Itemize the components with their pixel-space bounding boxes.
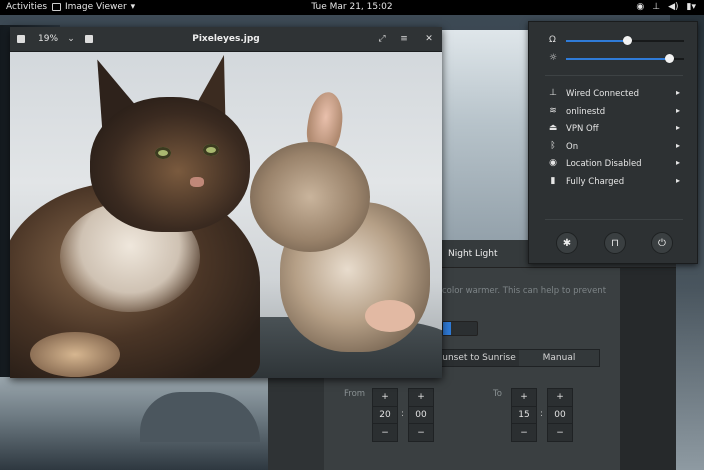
bluetooth-icon: ᛒ (550, 140, 556, 151)
photo-toy-head (250, 142, 370, 252)
from-hours-decrement[interactable]: − (373, 424, 397, 441)
volume-slider[interactable] (566, 36, 684, 45)
system-menu-item[interactable]: ◉ Location Disabled ▸ (529, 156, 699, 172)
viewer-title: Pixeleyes.jpg (192, 34, 260, 44)
lock-icon[interactable]: ⊓ (604, 232, 626, 254)
location-icon: ◉ (549, 158, 557, 169)
from-colon: : (401, 409, 405, 419)
wallpaper-landscape (0, 377, 270, 470)
clock-button[interactable]: Tue Mar 21, 15:02 (311, 2, 392, 12)
from-minutes-value[interactable]: 00 (409, 407, 433, 425)
zoom-level[interactable]: 19% (38, 34, 58, 44)
chevron-right-icon: ▸ (676, 105, 681, 115)
brightness-slider-knob[interactable] (664, 54, 674, 63)
menu-separator (545, 75, 683, 76)
app-menu-label: Image Viewer (65, 2, 127, 12)
to-hours-value[interactable]: 15 (512, 407, 536, 425)
chevron-down-icon[interactable]: ⌄ (65, 33, 77, 45)
brightness-slider[interactable] (566, 54, 684, 63)
system-menu-item[interactable]: ≋ onlinestd ▸ (529, 104, 699, 120)
schedule-selector: unset to Sunrise Manual (438, 349, 600, 367)
photo-toy-feet (365, 300, 415, 332)
brightness-slider-fill (566, 58, 669, 60)
system-menu-item[interactable]: ⊥ Wired Connected ▸ (529, 86, 699, 102)
image-viewer-icon (52, 3, 61, 11)
from-minutes-increment[interactable]: + (409, 389, 433, 407)
menu-separator (545, 219, 683, 220)
top-bar: Activities Image Viewer ▾ Tue Mar 21, 15… (0, 0, 704, 15)
from-hours-increment[interactable]: + (373, 389, 397, 407)
from-hours-value[interactable]: 20 (373, 407, 397, 425)
photo-cat-nose (190, 177, 204, 187)
zoom-in-icon[interactable] (83, 33, 95, 45)
settings-icon[interactable]: ✱ (556, 232, 578, 254)
close-icon[interactable]: ✕ (423, 33, 435, 45)
schedule-manual-button[interactable]: Manual (519, 350, 599, 366)
hamburger-menu-icon[interactable]: ≡ (398, 33, 410, 45)
volume-icon[interactable]: ◀) (668, 2, 678, 12)
zoom-out-icon[interactable] (15, 33, 27, 45)
wallpaper-waterfall (440, 30, 535, 265)
accessibility-icon[interactable]: ◉ (636, 2, 644, 12)
wifi-icon: ≋ (549, 105, 557, 116)
chevron-down-icon: ▾ (130, 2, 136, 12)
power-icon[interactable]: ⏻ (651, 232, 673, 254)
battery-icon[interactable]: ▮▾ (687, 2, 696, 12)
photo-cat-eye-right (203, 144, 219, 156)
from-minutes-spinner: + 00 − (408, 388, 434, 442)
viewer-headerbar: 19% ⌄ Pixeleyes.jpg ⤢ ≡ ✕ (10, 27, 442, 52)
from-label: From (344, 389, 366, 399)
system-menu-item-label: Wired Connected (566, 89, 639, 99)
vpn-lock-icon: ⏏ (548, 123, 558, 134)
volume-slider-knob[interactable] (623, 36, 633, 45)
system-menu-item-label: VPN Off (566, 124, 599, 135)
to-minutes-spinner: + 00 − (547, 388, 573, 442)
to-hours-spinner: + 15 − (511, 388, 537, 442)
night-light-switch[interactable] (442, 321, 478, 336)
system-menu-item[interactable]: ▮ Fully Charged ▸ (529, 174, 699, 190)
photo-cat-head (90, 97, 250, 232)
from-hours-spinner: + 20 − (372, 388, 398, 442)
photo-canvas[interactable] (10, 52, 442, 378)
app-menu[interactable]: Image Viewer ▾ (52, 2, 135, 12)
volume-slider-fill (566, 40, 628, 42)
settings-side-area (620, 268, 676, 470)
system-menu-item-label: onlinestd (566, 106, 606, 117)
network-wired-icon: ⊥ (549, 88, 557, 98)
to-hours-decrement[interactable]: − (512, 424, 536, 441)
system-menu-item-label: Fully Charged (566, 177, 625, 187)
settings-title: Night Light (448, 249, 498, 259)
image-viewer-window: 19% ⌄ Pixeleyes.jpg ⤢ ≡ ✕ (10, 27, 442, 378)
to-colon: : (540, 409, 544, 419)
fullscreen-icon[interactable]: ⤢ (376, 33, 388, 45)
system-menu-item-label: Location Disabled (566, 159, 642, 170)
battery-icon: ▮ (550, 176, 556, 186)
system-menu-item[interactable]: ⏏ VPN Off ▸ (529, 121, 699, 137)
brightness-row: ☼ (529, 52, 699, 66)
brightness-icon: ☼ (549, 53, 558, 63)
to-minutes-decrement[interactable]: − (548, 424, 572, 441)
schedule-sunset-sunrise-button[interactable]: unset to Sunrise (439, 350, 519, 366)
to-minutes-value[interactable]: 00 (548, 407, 572, 425)
from-minutes-decrement[interactable]: − (409, 424, 433, 441)
headphones-icon: Ω (549, 35, 556, 45)
photo-cat-eye-left (155, 147, 171, 159)
chevron-right-icon: ▸ (676, 140, 681, 150)
night-light-description: color warmer. This can help to prevent (442, 286, 607, 296)
activities-button[interactable]: Activities (6, 2, 47, 12)
network-wired-icon[interactable]: ⊥ (652, 2, 660, 12)
system-menu-item-label: On (566, 141, 579, 152)
chevron-right-icon: ▸ (676, 123, 681, 133)
chevron-right-icon: ▸ (676, 158, 681, 168)
system-menu-item[interactable]: ᛒ On ▸ (529, 139, 699, 155)
system-menu: Ω ☼ ⊥ Wired Connected ▸ ≋ onlinestd ▸ ⏏ VPN Off… (528, 21, 698, 264)
to-hours-increment[interactable]: + (512, 389, 536, 407)
volume-row: Ω (529, 34, 699, 48)
to-label: To (493, 389, 502, 399)
to-minutes-increment[interactable]: + (548, 389, 572, 407)
photo-cat-paw (30, 332, 120, 377)
chevron-right-icon: ▸ (676, 176, 681, 185)
status-area[interactable]: ◉ ⊥ ◀) ▮▾ (636, 2, 696, 12)
chevron-right-icon: ▸ (676, 88, 681, 97)
